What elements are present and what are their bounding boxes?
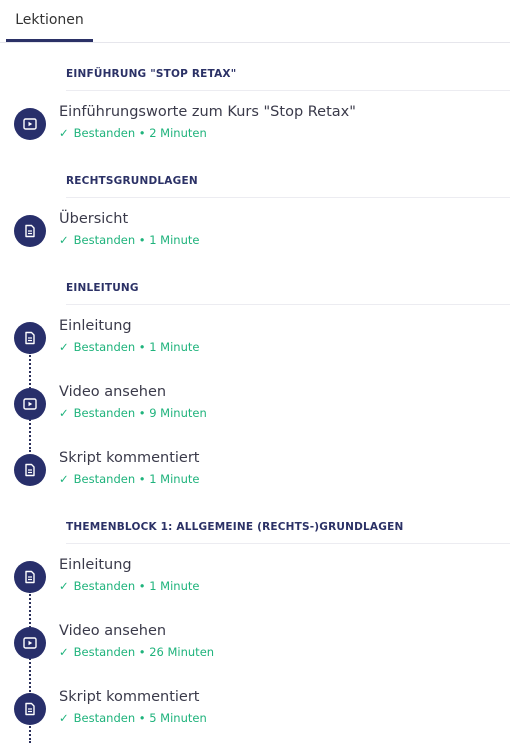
section-title: EINFÜHRUNG "STOP RETAX" [66,68,237,80]
video-icon [14,627,46,659]
lesson-item[interactable]: Skript kommentiert ✓ Bestanden • 1 Minute [0,450,510,502]
document-icon [14,215,46,247]
video-icon [14,108,46,140]
lesson-item[interactable]: Einführungsworte zum Kurs "Stop Retax" ✓… [0,104,510,156]
lesson-status: ✓ Bestanden • 1 Minute [59,472,200,486]
lesson-item[interactable]: Video ansehen ✓ Bestanden • 9 Minuten [0,384,510,436]
section-divider [66,304,510,305]
document-icon [14,322,46,354]
lesson-title: Einführungsworte zum Kurs "Stop Retax" [59,104,356,120]
checkmark-icon: ✓ [59,579,69,593]
lesson-status: ✓ Bestanden • 26 Minuten [59,645,215,659]
lesson-status: ✓ Bestanden • 1 Minute [59,340,200,354]
section-title: RECHTSGRUNDLAGEN [66,175,198,187]
lesson-item[interactable]: Übersicht ✓ Bestanden • 1 Minute [0,211,510,263]
section-divider [66,197,510,198]
lesson-status: ✓ Bestanden • 1 Minute [59,579,200,593]
lesson-item[interactable]: Skript kommentiert ✓ Bestanden • 5 Minute… [0,689,510,741]
lesson-title: Skript kommentiert [59,450,200,466]
lesson-title: Skript kommentiert [59,689,200,705]
document-icon [14,454,46,486]
lesson-item[interactable]: Video ansehen ✓ Bestanden • 26 Minuten [0,623,510,675]
lesson-title: Einleitung [59,318,132,334]
lesson-title: Video ansehen [59,623,167,639]
document-icon [14,693,46,725]
section-title: EINLEITUNG [66,282,139,294]
lesson-status: ✓ Bestanden • 9 Minuten [59,406,207,420]
lesson-status: ✓ Bestanden • 5 Minuten [59,711,207,725]
video-icon [14,388,46,420]
lesson-status: ✓ Bestanden • 1 Minute [59,233,200,247]
section-divider [66,543,510,544]
lesson-title: Einleitung [59,557,132,573]
lesson-item[interactable]: Einleitung ✓ Bestanden • 1 Minute [0,318,510,370]
tab-bar: Lektionen [0,0,510,43]
lesson-status: ✓ Bestanden • 2 Minuten [59,126,207,140]
checkmark-icon: ✓ [59,472,69,486]
checkmark-icon: ✓ [59,340,69,354]
lesson-title: Video ansehen [59,384,167,400]
checkmark-icon: ✓ [59,711,69,725]
section-divider [66,90,510,91]
section-title: THEMENBLOCK 1: ALLGEMEINE (RECHTS-)GRUND… [66,521,404,533]
document-icon [14,561,46,593]
checkmark-icon: ✓ [59,233,69,247]
tab-lessons[interactable]: Lektionen [6,0,93,42]
checkmark-icon: ✓ [59,406,69,420]
lesson-title: Übersicht [59,211,129,227]
checkmark-icon: ✓ [59,645,69,659]
lesson-item[interactable]: Einleitung ✓ Bestanden • 1 Minute [0,557,510,609]
checkmark-icon: ✓ [59,126,69,140]
